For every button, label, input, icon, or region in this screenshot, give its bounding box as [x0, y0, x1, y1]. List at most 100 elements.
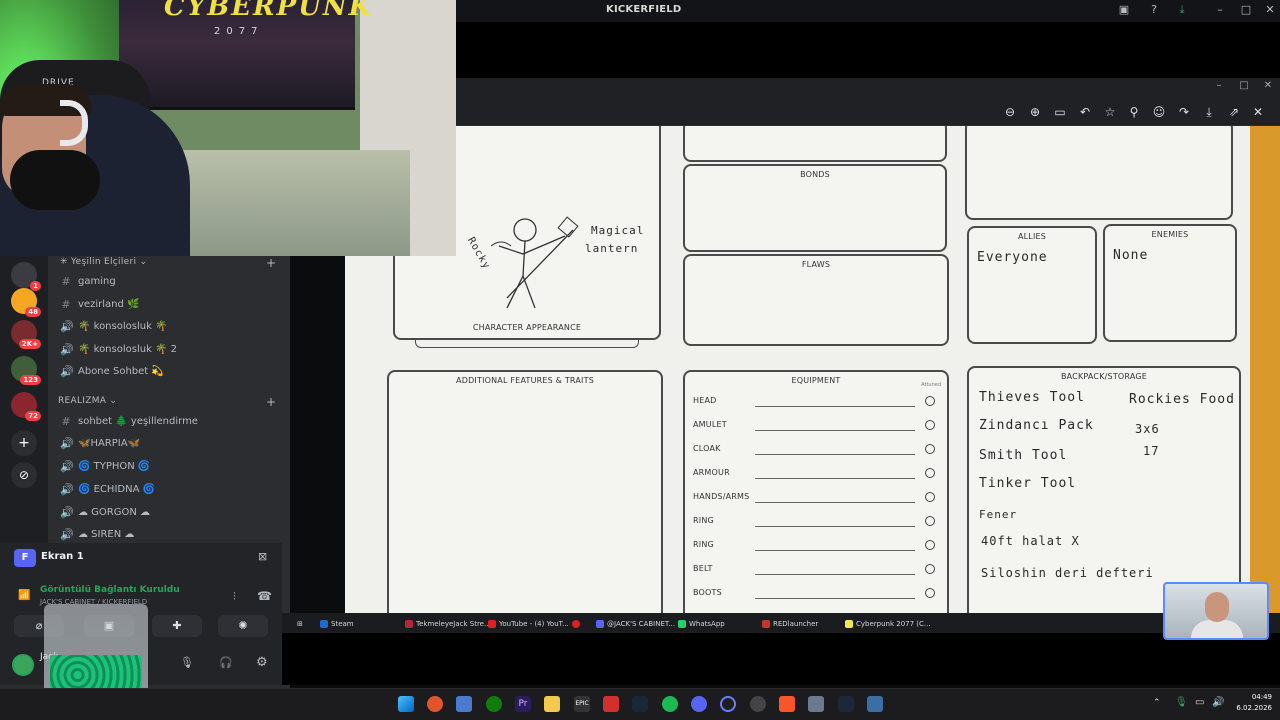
download-icon[interactable]: ⤓ [1176, 4, 1188, 16]
undo-icon[interactable]: ↶ [1078, 105, 1092, 119]
equipment-slot-label: AMULET [693, 420, 727, 429]
server-icon[interactable]: 2K+ [11, 320, 41, 349]
viewer-minimize-icon[interactable]: – [1213, 80, 1225, 92]
speaker-icon: 🔊 [60, 342, 74, 356]
equipment-slot-hands: HANDS/ARMS [693, 490, 939, 506]
share-icon[interactable]: ↷ [1177, 105, 1191, 119]
additional-features-title: ADDITIONAL FEATURES & TRAITS [456, 376, 594, 385]
app-icon[interactable] [720, 696, 736, 712]
channel-item[interactable]: 🔊 🌴 konsolosluk 🌴 [60, 316, 168, 336]
emoji-icon[interactable]: ☺ [1152, 105, 1166, 119]
fit-icon[interactable]: ▭ [1053, 105, 1067, 119]
noise-suppression-icon[interactable]: ⫶ [233, 590, 236, 604]
epic-games-icon[interactable]: EPIC [574, 696, 590, 712]
headphones-icon[interactable]: 🎧 [219, 656, 233, 669]
discord-icon[interactable] [691, 696, 707, 712]
pip-person-body [1191, 620, 1243, 638]
maximize-icon[interactable]: □ [1240, 4, 1252, 16]
app-icon[interactable] [456, 696, 472, 712]
activities-button[interactable]: ✚ [152, 615, 202, 637]
connection-status[interactable]: Görüntülü Bağlantı Kuruldu [40, 585, 180, 595]
channel-label: 🌴 konsolosluk 🌴 2 [78, 343, 178, 355]
chevron-up-icon[interactable]: ⌃ [1153, 698, 1161, 708]
steam-icon[interactable] [632, 696, 648, 712]
add-channel-icon[interactable]: + [266, 395, 276, 409]
spotify-icon[interactable] [662, 696, 678, 712]
explore-icon[interactable]: ⊘ [11, 462, 37, 488]
server-icon[interactable]: 123 [11, 356, 41, 385]
microphone-icon[interactable]: 🎙 [180, 656, 194, 669]
add-server-icon[interactable]: + [11, 430, 37, 456]
open-external-icon[interactable]: ⇗ [1227, 105, 1241, 119]
volume-icon[interactable]: 🔊 [1212, 697, 1224, 708]
app-icon[interactable] [427, 696, 443, 712]
add-channel-icon[interactable]: + [266, 256, 276, 270]
obs-icon[interactable] [750, 696, 766, 712]
help-icon[interactable]: ? [1148, 4, 1160, 16]
zoom-in-icon[interactable]: ⊕ [1028, 105, 1042, 119]
close-icon[interactable]: ✕ [1264, 4, 1276, 16]
equipment-slot-label: CLOAK [693, 444, 721, 453]
windows-start-icon[interactable] [398, 696, 414, 712]
channel-item[interactable]: 🔊 🦋HARPIA🦋 [60, 433, 140, 453]
equipment-slot-cloak: CLOAK [693, 442, 939, 458]
pip-webcam[interactable] [1163, 582, 1269, 640]
settings-icon[interactable] [808, 696, 824, 712]
taskbar-label: @JACK'S CABINET... [607, 619, 676, 628]
server-icon[interactable]: 72 [11, 392, 41, 421]
calculator-icon[interactable] [867, 696, 883, 712]
equipment-slot-belt: BELT [693, 562, 939, 578]
channel-item[interactable]: 🔊 ☁ SIREN ☁ [60, 524, 134, 544]
taskbar-item[interactable]: YouTube - (4) YouT... [488, 617, 569, 630]
close-viewer-icon[interactable]: ✕ [1251, 105, 1265, 119]
mic-tray-icon[interactable]: 🎙 [1175, 697, 1188, 708]
premiere-icon[interactable]: Pr [515, 696, 531, 712]
app-icon[interactable] [603, 696, 619, 712]
channel-label: vezirland 🌿 [78, 298, 140, 310]
xbox-icon[interactable] [486, 696, 502, 712]
system-clock[interactable]: 04:49 6.02.2026 [1232, 692, 1272, 714]
close-screen-icon[interactable]: ⊠ [258, 550, 267, 563]
channel-item[interactable]: 🔊 🌴 konsolosluk 🌴 2 [60, 339, 177, 359]
windows-start-icon[interactable]: ⊞ [297, 617, 303, 630]
folder-icon[interactable] [544, 696, 560, 712]
taskbar-item[interactable]: Cyberpunk 2077 (C... [845, 617, 931, 630]
taskbar-item[interactable]: Steam [320, 617, 354, 630]
backpack-item: Siloshin deri defteri [981, 566, 1154, 580]
screen: KICKERFIELD ▣ ? ⤓ – □ ✕ – □ ✕ ⊖ ⊕ ▭ ↶ ☆ … [0, 0, 1280, 720]
screen-share-icon[interactable]: ▣ [1118, 4, 1130, 16]
channel-item[interactable]: # sohbet 🌲 yeşillendirme [60, 411, 198, 431]
taskbar-item[interactable]: TekmeleyeJack Stre... [405, 617, 491, 630]
category-header[interactable]: REALIZMA ⌄ [58, 396, 117, 406]
channel-item[interactable]: # vezirland 🌿 [60, 294, 139, 314]
signal-icon[interactable]: 📶 [18, 590, 30, 601]
category-header[interactable]: ✳ Yeşilin Elçileri ⌄ [60, 257, 147, 267]
steam-icon[interactable] [838, 696, 854, 712]
channel-item[interactable]: 🔊 Abone Sohbet 💫 [60, 361, 164, 381]
save-icon[interactable]: ⤓ [1202, 105, 1216, 119]
server-icon[interactable]: 1 [11, 262, 41, 291]
settings-icon[interactable]: ⚙ [256, 655, 268, 670]
display-icon[interactable]: ▭ [1195, 697, 1204, 708]
channel-item[interactable]: # gaming [60, 271, 115, 291]
soundboard-button[interactable]: ✺ [218, 615, 268, 637]
viewer-maximize-icon[interactable]: □ [1238, 80, 1250, 92]
minimize-icon[interactable]: – [1214, 4, 1226, 16]
viewer-close-icon[interactable]: ✕ [1262, 80, 1274, 92]
taskbar-item[interactable]: WhatsApp [678, 617, 725, 630]
server-icon[interactable]: 48 [11, 288, 41, 317]
channel-item[interactable]: 🔊 ☁ GORGON ☁ [60, 502, 150, 522]
avatar[interactable] [12, 654, 34, 676]
brave-icon[interactable] [779, 696, 795, 712]
enemies-value: None [1113, 248, 1149, 263]
taskbar-item[interactable]: @JACK'S CABINET... [596, 617, 675, 630]
taskbar-item[interactable]: REDlauncher [762, 617, 818, 630]
record-icon[interactable] [572, 617, 580, 630]
equipment-slot-label: HEAD [693, 396, 717, 405]
channel-item[interactable]: 🔊 🌀 TYPHON 🌀 [60, 456, 150, 476]
disconnect-icon[interactable]: ☎ [257, 589, 272, 603]
star-icon[interactable]: ☆ [1103, 105, 1117, 119]
channel-item[interactable]: 🔊 🌀 ECHIDNA 🌀 [60, 479, 155, 499]
pin-icon[interactable]: ⚲ [1127, 105, 1141, 119]
zoom-out-icon[interactable]: ⊖ [1003, 105, 1017, 119]
